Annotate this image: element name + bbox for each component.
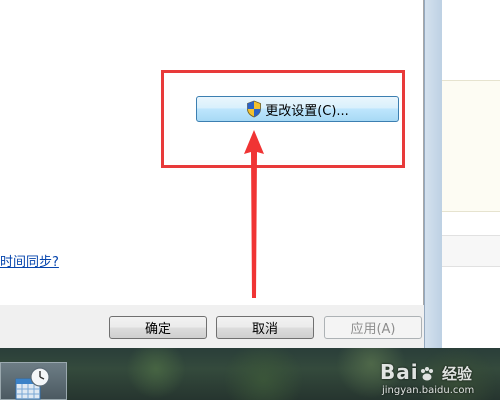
background-row <box>442 235 500 267</box>
watermark-url: jingyan.baidu.com <box>382 385 475 396</box>
ok-button[interactable]: 确定 <box>109 316 207 339</box>
paw-icon <box>420 366 433 380</box>
apply-button[interactable]: 应用(A) <box>324 316 422 339</box>
annotation-highlight-box <box>161 70 405 168</box>
annotation-arrow-icon <box>244 130 264 298</box>
watermark-logo: Bai <box>380 360 435 384</box>
window-frame-edge <box>424 0 443 348</box>
cancel-button[interactable]: 取消 <box>216 316 314 339</box>
background-panel <box>442 80 500 212</box>
watermark: Bai 经验 jingyan.baidu.com <box>380 360 498 400</box>
watermark-logo-text: Bai <box>380 360 419 384</box>
background-window <box>442 0 500 348</box>
time-sync-link[interactable]: 时间同步? <box>0 251 59 270</box>
watermark-suffix: 经验 <box>442 365 473 383</box>
calendar-clock-icon <box>15 367 50 400</box>
